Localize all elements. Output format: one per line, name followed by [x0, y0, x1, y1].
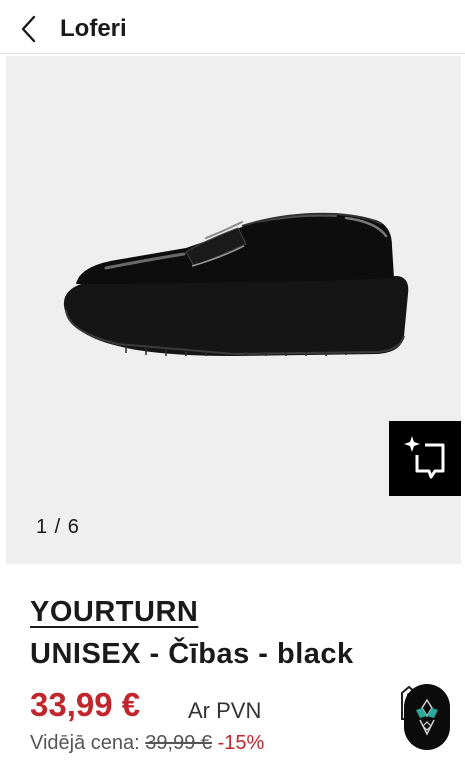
assistant-logo-icon: [416, 698, 438, 736]
brand-link[interactable]: YOURTURN: [30, 596, 198, 629]
chevron-left-icon: [21, 15, 36, 43]
product-image-gallery[interactable]: 1 / 6: [6, 56, 461, 564]
vat-label: Ar PVN: [188, 698, 262, 723]
product-price: 33,99 €: [30, 686, 141, 723]
product-name: UNISEX - Čības - black: [30, 638, 354, 670]
assistant-button[interactable]: [404, 684, 450, 750]
back-button[interactable]: [14, 14, 44, 44]
sparkle-chat-icon: [404, 436, 445, 479]
average-price-row: Vidējā cena: 39,99 € -15%: [30, 732, 264, 755]
average-price-value: 39,99 €: [145, 732, 213, 754]
top-bar: Loferi: [0, 0, 465, 54]
product-image: [63, 212, 409, 356]
page-title: Loferi: [60, 15, 127, 42]
ai-chat-button[interactable]: [389, 421, 461, 496]
average-price-label: Vidējā cena:: [30, 732, 140, 754]
discount-badge: -15%: [217, 732, 265, 754]
image-counter: 1 / 6: [36, 516, 80, 538]
